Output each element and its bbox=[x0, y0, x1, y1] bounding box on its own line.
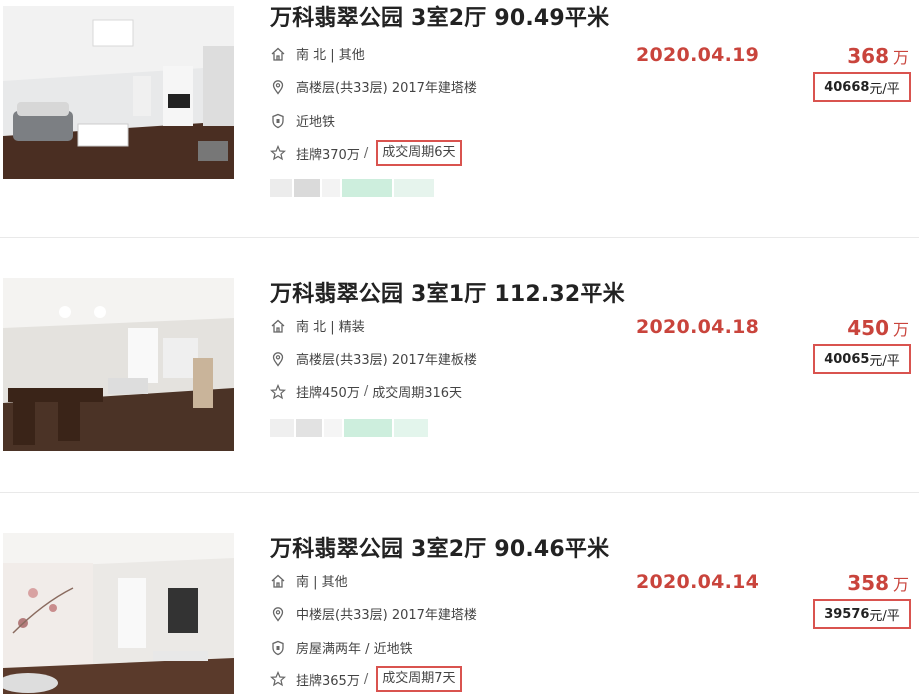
floor-row: 高楼层(共33层) 2017年建板楼 bbox=[270, 349, 477, 368]
shield-icon bbox=[270, 640, 286, 656]
deal-price-unit: 万 bbox=[892, 575, 909, 594]
unit-price-value: 40065 bbox=[824, 351, 870, 367]
living-room-photo bbox=[3, 533, 234, 694]
listing-card[interactable]: 万科翡翠公园 3室2厅 90.49平米 南 北 | 其他 高楼层(共33层) 2… bbox=[0, 0, 919, 240]
deal-list: 万科翡翠公园 3室2厅 90.49平米 南 北 | 其他 高楼层(共33层) 2… bbox=[0, 0, 919, 694]
deal-date: 2020.04.14 bbox=[636, 571, 760, 593]
floor-text: 高楼层(共33层) 2017年建板楼 bbox=[296, 353, 477, 368]
deal-date: 2020.04.19 bbox=[636, 44, 760, 66]
tag-text: 房屋满两年 / 近地铁 bbox=[296, 642, 413, 657]
listing-title[interactable]: 万科翡翠公园 3室2厅 90.49平米 bbox=[270, 0, 609, 32]
deal-cycle-text: 成交周期316天 bbox=[372, 386, 463, 401]
divider bbox=[0, 237, 919, 238]
deal-price-unit: 万 bbox=[892, 320, 909, 339]
location-pin-icon bbox=[270, 351, 286, 367]
orientation-text: 南 | 其他 bbox=[296, 575, 348, 590]
orientation-row: 南 | 其他 bbox=[270, 571, 348, 590]
deal-price-unit: 万 bbox=[892, 48, 909, 67]
star-icon bbox=[270, 671, 286, 687]
unit-price-suffix: 元/平 bbox=[869, 81, 900, 97]
deal-cycle-text: 成交周期7天 bbox=[376, 666, 462, 692]
house-icon bbox=[270, 46, 286, 62]
listing-title[interactable]: 万科翡翠公园 3室1厅 112.32平米 bbox=[270, 276, 625, 308]
listing-photo[interactable] bbox=[3, 278, 234, 451]
deal-cycle-text: 成交周期6天 bbox=[376, 140, 462, 166]
orientation-text: 南 北 | 其他 bbox=[296, 48, 365, 63]
deal-price-value: 368 bbox=[847, 44, 889, 68]
floor-row: 高楼层(共33层) 2017年建塔楼 bbox=[270, 77, 477, 96]
house-icon bbox=[270, 318, 286, 334]
listing-photo[interactable] bbox=[3, 6, 234, 179]
listing-title[interactable]: 万科翡翠公园 3室2厅 90.46平米 bbox=[270, 531, 609, 563]
living-room-photo bbox=[3, 6, 234, 179]
location-pin-icon bbox=[270, 606, 286, 622]
blurred-tags bbox=[270, 178, 436, 198]
location-pin-icon bbox=[270, 79, 286, 95]
dining-room-photo bbox=[3, 278, 234, 451]
orientation-text: 南 北 | 精装 bbox=[296, 320, 365, 335]
listed-price-text: 挂牌365万 bbox=[296, 673, 360, 689]
unit-price-value: 39576 bbox=[824, 606, 870, 622]
deal-price: 358 万 bbox=[847, 571, 909, 595]
deal-price: 450 万 bbox=[847, 316, 909, 340]
tag-row: 近地铁 bbox=[270, 111, 335, 130]
listed-price-text: 挂牌450万 bbox=[296, 386, 360, 401]
separator: / bbox=[363, 384, 369, 399]
deal-date: 2020.04.18 bbox=[636, 316, 760, 338]
orientation-row: 南 北 | 其他 bbox=[270, 44, 365, 63]
separator: / bbox=[363, 145, 369, 161]
divider bbox=[0, 492, 919, 493]
tag-text: 近地铁 bbox=[296, 115, 336, 130]
blurred-tags bbox=[270, 418, 430, 438]
floor-text: 高楼层(共33层) 2017年建塔楼 bbox=[296, 81, 477, 96]
listing-card[interactable]: 万科翡翠公园 3室2厅 90.46平米 南 | 其他 中楼层(共33层) 201… bbox=[0, 527, 919, 694]
star-icon bbox=[270, 145, 286, 161]
listing-photo[interactable] bbox=[3, 533, 234, 694]
listed-row: 挂牌370万 / 成交周期6天 bbox=[270, 140, 462, 166]
unit-price-suffix: 元/平 bbox=[869, 353, 900, 369]
orientation-row: 南 北 | 精装 bbox=[270, 316, 365, 335]
floor-row: 中楼层(共33层) 2017年建塔楼 bbox=[270, 604, 477, 623]
separator: / bbox=[363, 671, 369, 687]
listed-price-text: 挂牌370万 bbox=[296, 147, 360, 163]
unit-price-box: 40668 元/平 bbox=[813, 72, 911, 102]
house-icon bbox=[270, 573, 286, 589]
deal-price: 368 万 bbox=[847, 44, 909, 68]
shield-icon bbox=[270, 113, 286, 129]
listed-row: 挂牌450万 / 成交周期316天 bbox=[270, 382, 462, 401]
listed-row: 挂牌365万 / 成交周期7天 bbox=[270, 666, 462, 692]
deal-price-value: 450 bbox=[847, 316, 889, 340]
star-icon bbox=[270, 383, 286, 400]
tag-row: 房屋满两年 / 近地铁 bbox=[270, 638, 413, 657]
unit-price-suffix: 元/平 bbox=[869, 608, 900, 624]
floor-text: 中楼层(共33层) 2017年建塔楼 bbox=[296, 608, 477, 623]
deal-price-value: 358 bbox=[847, 571, 889, 595]
listing-card[interactable]: 万科翡翠公园 3室1厅 112.32平米 南 北 | 精装 高楼层(共33层) … bbox=[0, 272, 919, 492]
unit-price-box: 40065 元/平 bbox=[813, 344, 911, 374]
unit-price-value: 40668 bbox=[824, 79, 870, 95]
unit-price-box: 39576 元/平 bbox=[813, 599, 911, 629]
